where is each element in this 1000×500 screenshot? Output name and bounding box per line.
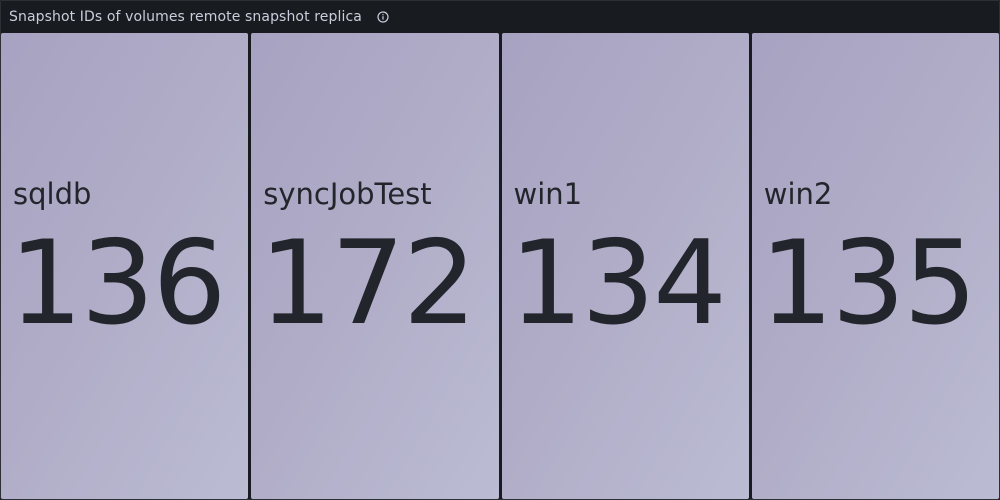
stat-tiles: sqldb 136 syncJobTest 172 win1 134 win2 …	[1, 33, 999, 499]
stat-tile-win2[interactable]: win2 135	[751, 33, 999, 499]
panel-title: Snapshot IDs of volumes remote snapshot …	[9, 9, 362, 25]
stat-value: 134	[509, 216, 727, 351]
stat-panel: Snapshot IDs of volumes remote snapshot …	[0, 0, 1000, 500]
stat-name: syncJobTest	[263, 177, 432, 211]
stat-tile-sqldb[interactable]: sqldb 136	[1, 33, 249, 499]
stat-name: sqldb	[13, 177, 92, 211]
stat-value: 136	[9, 216, 226, 351]
info-icon[interactable]	[376, 10, 390, 24]
stat-tile-syncjobtest[interactable]: syncJobTest 172	[251, 33, 499, 499]
stat-name: win2	[763, 177, 833, 211]
stat-value: 172	[259, 216, 476, 351]
stat-value: 135	[759, 216, 977, 351]
panel-header[interactable]: Snapshot IDs of volumes remote snapshot …	[1, 1, 999, 33]
stat-name: win1	[513, 177, 583, 211]
stat-tile-win1[interactable]: win1 134	[501, 33, 749, 499]
